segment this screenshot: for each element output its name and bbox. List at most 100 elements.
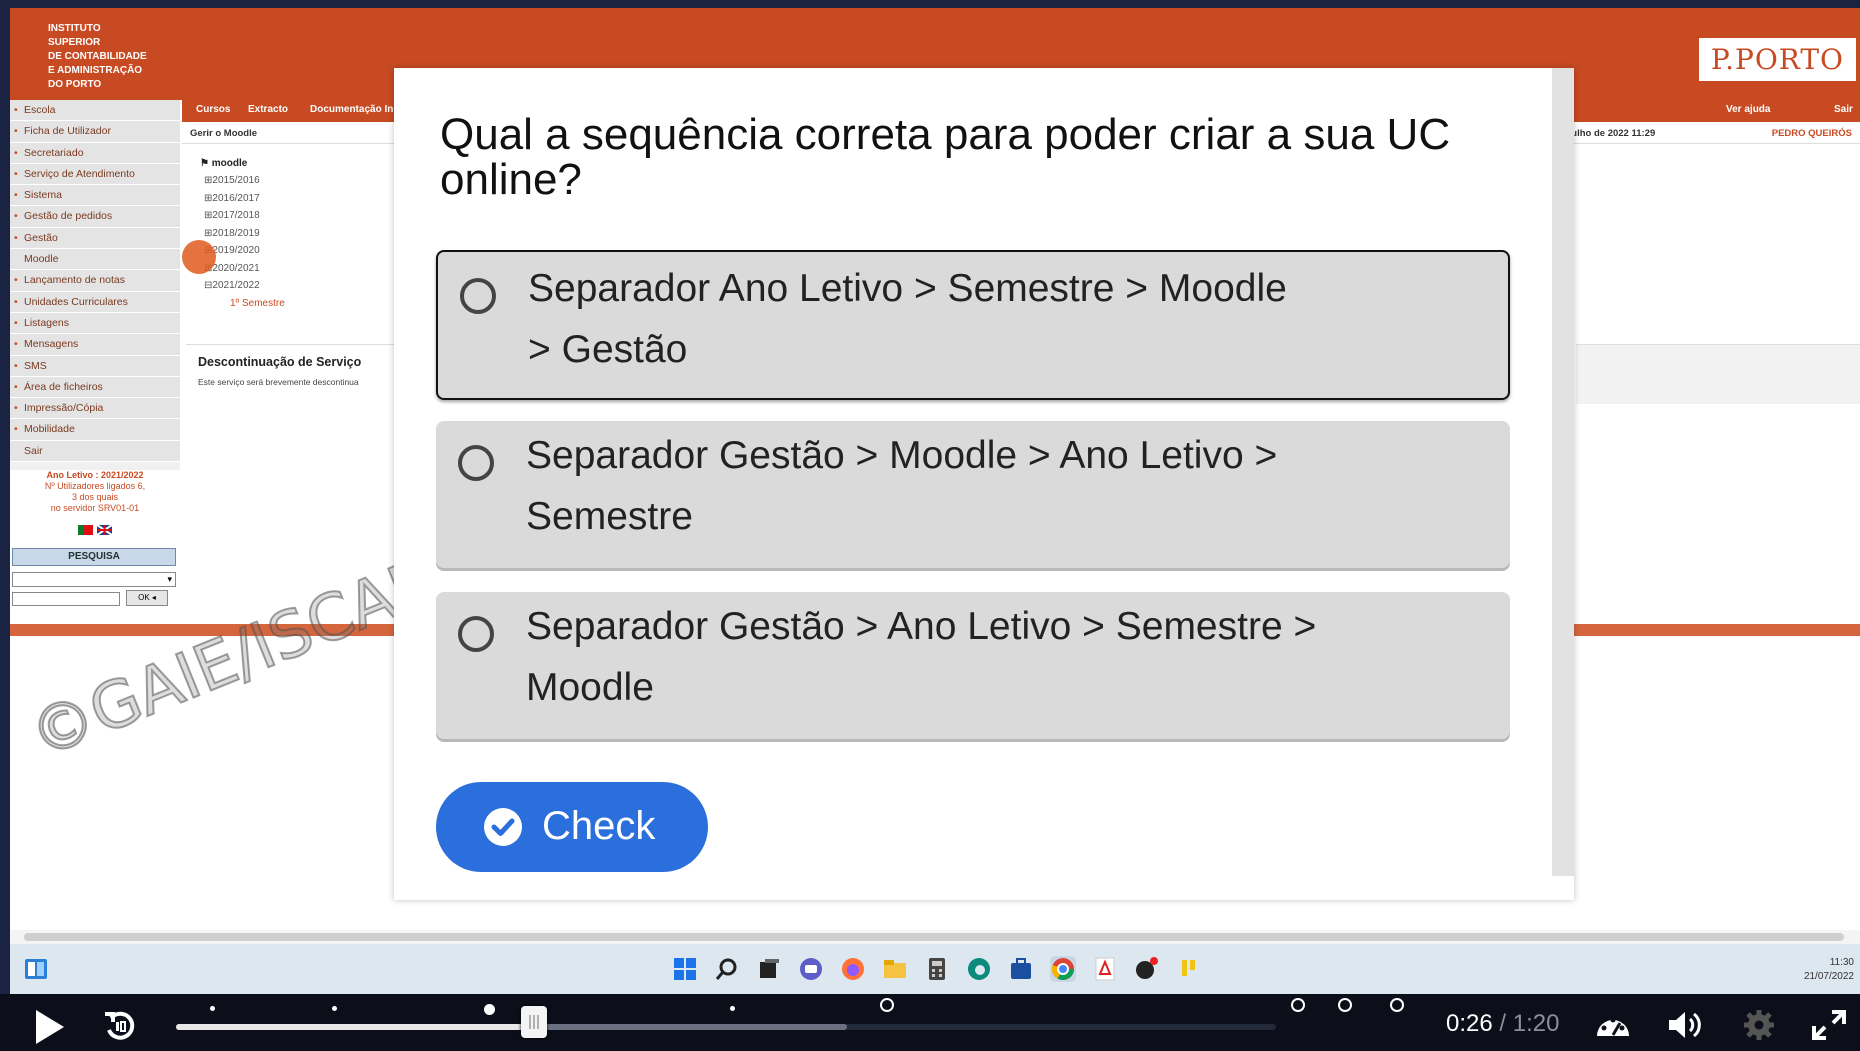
- menu-extracto[interactable]: Extracto: [248, 104, 288, 115]
- edge-icon[interactable]: [966, 956, 992, 982]
- option-text: Separador Gestão > Ano Letivo > Semestre…: [526, 596, 1386, 718]
- time-separator: /: [1492, 1010, 1513, 1037]
- nav-item-ficha[interactable]: Ficha de Utilizador: [10, 121, 180, 143]
- seek-bar[interactable]: [176, 1024, 1276, 1030]
- nav-item-impressao[interactable]: Impressão/Cópia: [10, 398, 180, 420]
- tray-time: 11:30: [1829, 957, 1854, 968]
- nav-item-moodle[interactable]: Moodle: [10, 249, 180, 271]
- tree-year[interactable]: ⊞2015/2016: [200, 175, 285, 193]
- speed-icon[interactable]: [1594, 1008, 1632, 1042]
- horizontal-scrollbar[interactable]: [10, 930, 1860, 944]
- start-icon[interactable]: [672, 956, 698, 982]
- widgets-icon[interactable]: [24, 958, 48, 980]
- search-scope-select[interactable]: ▾: [12, 572, 176, 587]
- option-line: Moodle: [526, 666, 654, 709]
- chapter-marker[interactable]: [210, 1006, 215, 1011]
- tree-root-label: moodle: [211, 158, 248, 169]
- click-highlight: [182, 240, 216, 274]
- nav-item-sair[interactable]: Sair: [10, 440, 180, 463]
- nav-item-secretariado[interactable]: Secretariado: [10, 142, 180, 164]
- tree-year[interactable]: ⊞2016/2017: [200, 193, 285, 211]
- search-icon[interactable]: [714, 956, 740, 982]
- nav-item-ucs[interactable]: Unidades Curriculares: [10, 291, 180, 313]
- ok-button[interactable]: OK ◂: [126, 590, 168, 606]
- search-button[interactable]: PESQUISA: [12, 548, 176, 566]
- top-strip: [0, 0, 1860, 8]
- menu-ver-ajuda[interactable]: Ver ajuda: [1726, 104, 1770, 115]
- language-flags[interactable]: [78, 524, 113, 539]
- user-name[interactable]: PEDRO QUEIRÓS: [1772, 128, 1852, 139]
- chapter-ring[interactable]: [880, 998, 894, 1012]
- logo-line: SUPERIOR: [48, 37, 101, 48]
- flag-icon[interactable]: [78, 524, 113, 536]
- nav-item-sistema[interactable]: Sistema: [10, 185, 180, 207]
- menu-documentacao[interactable]: Documentação In: [310, 104, 393, 115]
- tree-year-label: 2021/2022: [212, 280, 260, 291]
- nav-item-sms[interactable]: SMS: [10, 355, 180, 377]
- nav-item-pedidos[interactable]: Gestão de pedidos: [10, 206, 180, 228]
- replay-10-icon[interactable]: [102, 1008, 138, 1044]
- menu-cursos[interactable]: Cursos: [196, 104, 230, 115]
- breadcrumb: Gerir o Moodle: [190, 128, 258, 139]
- tree-year[interactable]: ⊟2021/2022: [200, 280, 285, 298]
- settings-gear-icon[interactable]: [1740, 1008, 1778, 1042]
- acrobat-icon[interactable]: [1092, 956, 1118, 982]
- calculator-icon[interactable]: [924, 956, 950, 982]
- chapter-marker[interactable]: [730, 1006, 735, 1011]
- ano-letivo: Ano Letivo : 2021/2022: [46, 470, 144, 480]
- nav-item-mensagens[interactable]: Mensagens: [10, 334, 180, 356]
- firefox-icon[interactable]: [840, 956, 866, 982]
- option-line: Separador Gestão > Ano Letivo > Semestre…: [526, 605, 1317, 648]
- nav-item-gestao[interactable]: Gestão: [10, 227, 180, 250]
- tree-year[interactable]: ⊞2018/2019: [200, 228, 285, 246]
- datetime-text: Julho de 2022 11:29: [1566, 128, 1656, 139]
- chrome-icon[interactable]: [1050, 956, 1076, 982]
- option-line: Separador Gestão > Moodle > Ano Letivo >: [526, 434, 1278, 477]
- scrollbar-thumb[interactable]: [24, 933, 1844, 941]
- chapter-marker-active[interactable]: [484, 1004, 495, 1015]
- pporto-logo: P.PORTO: [1698, 38, 1856, 81]
- quiz-option-2[interactable]: Separador Gestão > Moodle > Ano Letivo >…: [436, 421, 1510, 568]
- nav-item-listagens[interactable]: Listagens: [10, 312, 180, 335]
- fullscreen-icon[interactable]: [1810, 1008, 1848, 1042]
- left-navigation: Escola Ficha de Utilizador Secretariado …: [10, 100, 180, 470]
- play-icon[interactable]: [36, 1010, 64, 1044]
- menu-sair[interactable]: Sair: [1834, 104, 1853, 115]
- session-info: Ano Letivo : 2021/2022 Nº Utilizadores l…: [10, 470, 180, 514]
- users-online-detail: 3 dos quais: [71, 492, 119, 502]
- store-icon[interactable]: [1008, 956, 1034, 982]
- tray-clock[interactable]: 11:30 21/07/2022: [1804, 956, 1854, 984]
- volume-icon[interactable]: [1666, 1008, 1704, 1042]
- app-icon[interactable]: [1134, 956, 1160, 982]
- tree-year[interactable]: ⊞2017/2018: [200, 210, 285, 228]
- nav-item-escola[interactable]: Escola: [10, 100, 180, 122]
- nav-item-ficheiros[interactable]: Área de ficheiros: [10, 376, 180, 399]
- tree-root[interactable]: ⚑ moodle: [200, 158, 285, 169]
- check-button[interactable]: Check: [436, 782, 708, 872]
- chapter-ring[interactable]: [1291, 998, 1305, 1012]
- sticky-icon[interactable]: [1176, 956, 1202, 982]
- radio-icon[interactable]: [460, 278, 496, 314]
- nav-item-mobilidade[interactable]: Mobilidade: [10, 419, 180, 441]
- nav-item-atendimento[interactable]: Serviço de Atendimento: [10, 163, 180, 186]
- task-view-icon[interactable]: [756, 956, 782, 982]
- tree-semester[interactable]: 1º Semestre: [200, 298, 285, 309]
- chapter-ring[interactable]: [1390, 998, 1404, 1012]
- search-input[interactable]: [12, 592, 120, 606]
- quiz-option-3[interactable]: Separador Gestão > Ano Letivo > Semestre…: [436, 592, 1510, 739]
- file-explorer-icon[interactable]: [882, 956, 908, 982]
- radio-icon[interactable]: [458, 616, 494, 652]
- radio-icon[interactable]: [458, 445, 494, 481]
- time-display: 0:26 / 1:20: [1446, 1010, 1559, 1038]
- chat-icon[interactable]: [798, 956, 824, 982]
- tree-year-label: 2015/2016: [212, 175, 260, 186]
- nav-item-notas[interactable]: Lançamento de notas: [10, 270, 180, 292]
- chapter-marker[interactable]: [332, 1006, 337, 1011]
- video-player-stage: INSTITUTO SUPERIOR DE CONTABILIDADE E AD…: [0, 0, 1860, 1051]
- quiz-option-1[interactable]: Separador Ano Letivo > Semestre > Moodle…: [436, 250, 1510, 400]
- modal-scrollbar[interactable]: [1552, 68, 1574, 876]
- logo-line: INSTITUTO: [48, 23, 101, 34]
- quiz-modal: Qual a sequência correta para poder cria…: [394, 68, 1574, 900]
- seek-handle[interactable]: [520, 1006, 547, 1038]
- chapter-ring[interactable]: [1338, 998, 1352, 1012]
